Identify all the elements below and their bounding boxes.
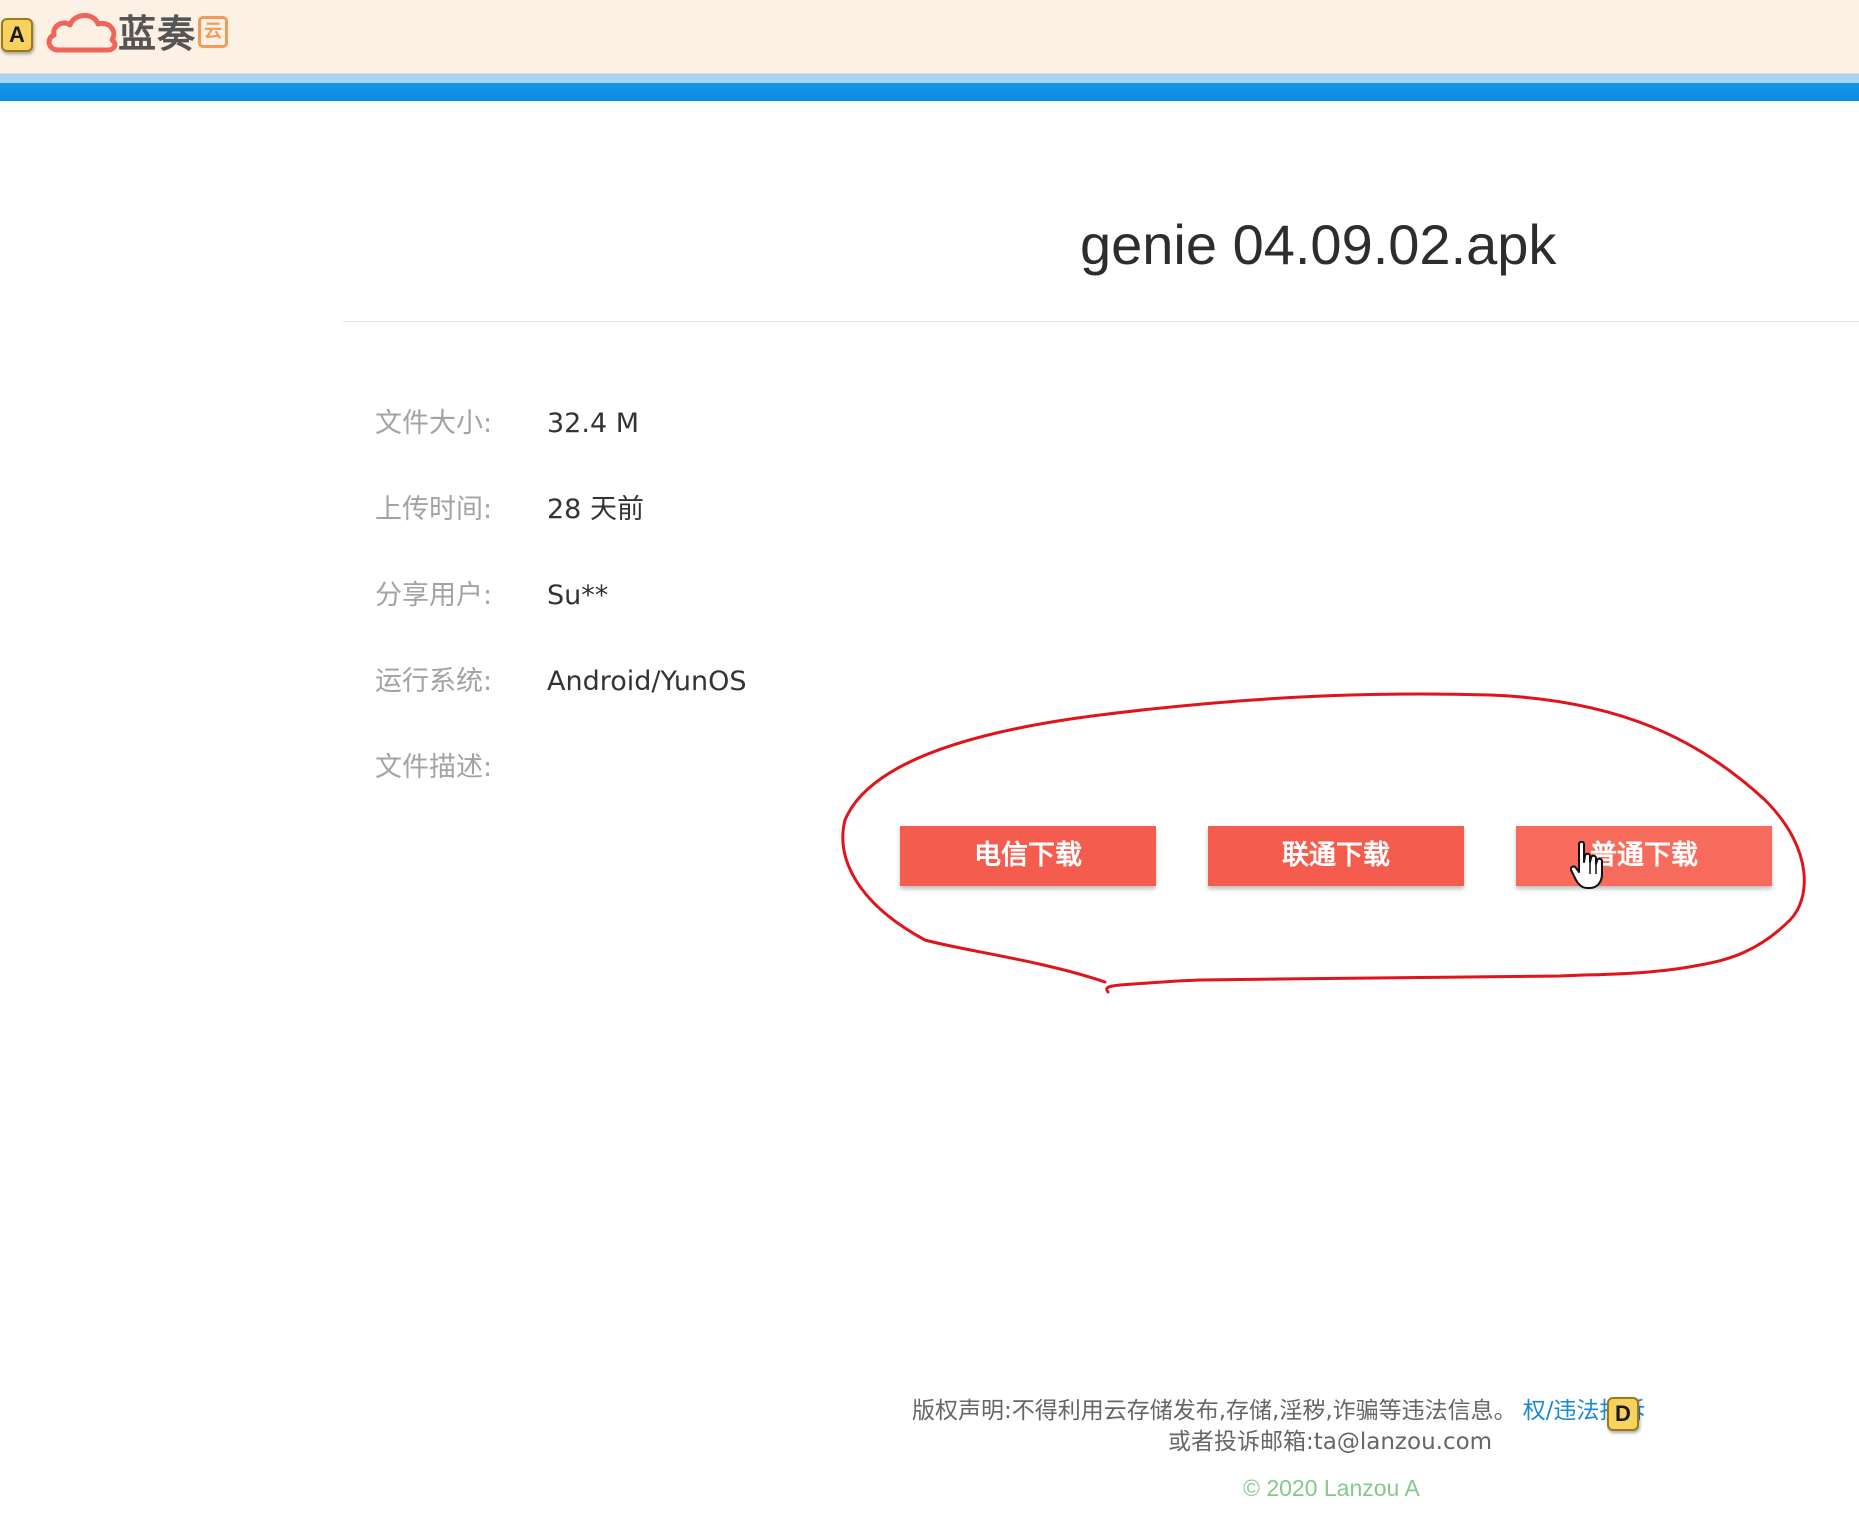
logo-badge: 云 (198, 16, 228, 48)
telecom-download-button[interactable]: 电信下载 (900, 826, 1156, 886)
logo-text: 蓝奏 (118, 12, 197, 56)
os-label: 运行系统: (375, 666, 493, 697)
upload-time-label: 上传时间: (375, 494, 493, 525)
site-logo-link[interactable]: 蓝奏 云 (40, 0, 240, 72)
file-size-value: 32.4 M (547, 408, 639, 439)
share-user-value: Su** (547, 580, 609, 611)
share-user-label: 分享用户: (375, 580, 493, 611)
link-hint-badge[interactable]: A (1, 18, 33, 52)
complaint-email: 或者投诉邮箱:ta@lanzou.com (1168, 1429, 1493, 1455)
title-divider (343, 321, 1859, 322)
header-accent-bar (0, 74, 1859, 101)
description-label: 文件描述: (375, 752, 493, 783)
copyright-text: © 2020 Lanzou A (1243, 1475, 1420, 1501)
upload-time-value: 28 天前 (547, 494, 644, 525)
link-hint-badge[interactable]: D (1607, 1397, 1639, 1431)
copyright-notice-text: 版权声明:不得利用云存储发布,存储,淫秽,诈骗等违法信息。 (912, 1398, 1517, 1424)
file-size-label: 文件大小: (375, 408, 493, 439)
os-value: Android/YunOS (547, 666, 747, 697)
unicom-download-button[interactable]: 联通下载 (1208, 826, 1464, 886)
annotation-circle (841, 692, 1806, 994)
file-title: genie 04.09.02.apk (1080, 213, 1557, 276)
site-header: A 蓝奏 云 (0, 0, 1859, 74)
copyright-notice: 版权声明:不得利用云存储发布,存储,淫秽,诈骗等违法信息。 权/违法投诉 (912, 1393, 1645, 1429)
cloud-icon (46, 13, 118, 53)
normal-download-button[interactable]: 普通下载 (1516, 826, 1772, 886)
